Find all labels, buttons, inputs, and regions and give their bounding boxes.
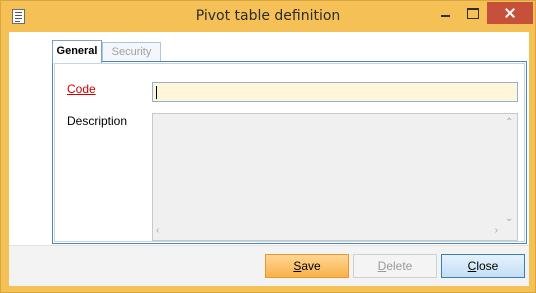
button-bar: Save Delete Close	[9, 245, 529, 286]
scroll-up-icon[interactable]: ⌃	[505, 118, 513, 128]
description-label: Description	[67, 114, 128, 128]
scroll-right-icon[interactable]: ›	[495, 226, 498, 236]
general-tab-panel: Code Description ⌃ ⌄ ‹ ›	[52, 61, 527, 244]
dialog-window: Pivot table definition General Security …	[0, 0, 536, 293]
close-icon[interactable]	[487, 2, 533, 24]
close-button[interactable]: Close	[441, 254, 525, 278]
description-textarea[interactable]: ⌃ ⌄ ‹ ›	[152, 113, 518, 241]
horizontal-scrollbar[interactable]: ‹ ›	[153, 225, 502, 240]
tab-security[interactable]: Security	[102, 42, 161, 62]
minimize-icon[interactable]	[432, 2, 459, 24]
scroll-down-icon[interactable]: ⌄	[505, 214, 513, 224]
tab-general[interactable]: General	[52, 40, 102, 63]
maximize-icon[interactable]	[459, 2, 485, 24]
scrollbar-corner	[502, 225, 517, 240]
dialog-body: General Security Code Description ⌃ ⌄ ‹ …	[9, 32, 529, 286]
text-caret	[156, 86, 157, 99]
scroll-left-icon[interactable]: ‹	[156, 226, 159, 236]
delete-button[interactable]: Delete	[353, 254, 437, 278]
title-bar[interactable]: Pivot table definition	[1, 1, 535, 32]
code-label[interactable]: Code	[67, 82, 96, 96]
save-button[interactable]: Save	[265, 254, 349, 278]
vertical-scrollbar[interactable]: ⌃ ⌄	[502, 114, 517, 226]
code-input[interactable]	[152, 82, 518, 102]
